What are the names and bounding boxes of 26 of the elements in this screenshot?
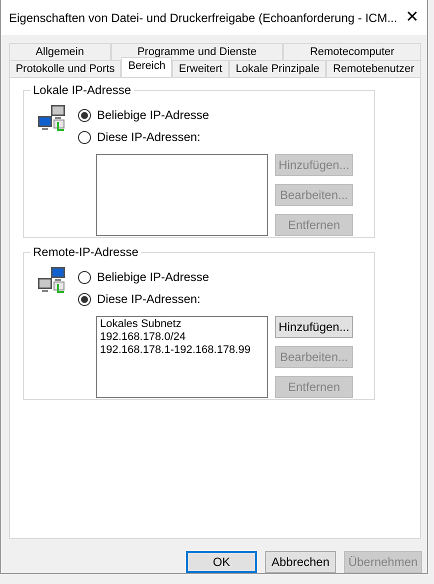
tab[interactable]: Programme und Dienste bbox=[110, 43, 284, 60]
radio-option[interactable]: Diese IP-Adressen: bbox=[78, 288, 353, 310]
address-list[interactable] bbox=[96, 154, 268, 236]
group-title: Remote-IP-Adresse bbox=[30, 245, 142, 259]
radio-option[interactable]: Beliebige IP-Adresse bbox=[78, 104, 353, 126]
list-item[interactable]: 192.168.178.1-192.168.178.99 bbox=[100, 344, 264, 357]
window-title: Eigenschaften von Datei- und Druckerfreigabe (Echoanforderung - ICM... bbox=[9, 10, 398, 26]
radio-option[interactable]: Beliebige IP-Adresse bbox=[78, 266, 353, 288]
tab[interactable]: Bereich bbox=[121, 57, 172, 77]
tab[interactable]: Erweitert bbox=[172, 60, 230, 77]
action-button[interactable]: Hinzufügen... bbox=[275, 316, 353, 338]
close-button[interactable]: ✕ bbox=[397, 0, 427, 35]
network-computers-icon bbox=[36, 104, 66, 131]
tab[interactable]: Allgemein bbox=[9, 43, 111, 60]
radio-option[interactable]: Diese IP-Adressen: bbox=[78, 126, 353, 148]
group-title: Lokale IP-Adresse bbox=[30, 83, 134, 97]
list-item[interactable]: Lokales Subnetz bbox=[100, 318, 264, 331]
tab[interactable]: Protokolle und Ports bbox=[9, 60, 122, 77]
address-list[interactable]: Lokales Subnetz 192.168.178.0/24 192.168.178.1-192.168.178.99 bbox=[96, 316, 268, 398]
tab[interactable]: Lokale Prinzipale bbox=[229, 60, 326, 77]
dialog-button[interactable]: OK bbox=[186, 551, 257, 573]
list-item[interactable]: 192.168.178.0/24 bbox=[100, 331, 264, 344]
tab[interactable]: Remotebenutzer bbox=[326, 60, 421, 77]
network-computers-icon bbox=[36, 266, 66, 293]
tab[interactable]: Remotecomputer bbox=[283, 43, 421, 60]
dialog-button[interactable]: Abbrechen bbox=[265, 551, 336, 573]
